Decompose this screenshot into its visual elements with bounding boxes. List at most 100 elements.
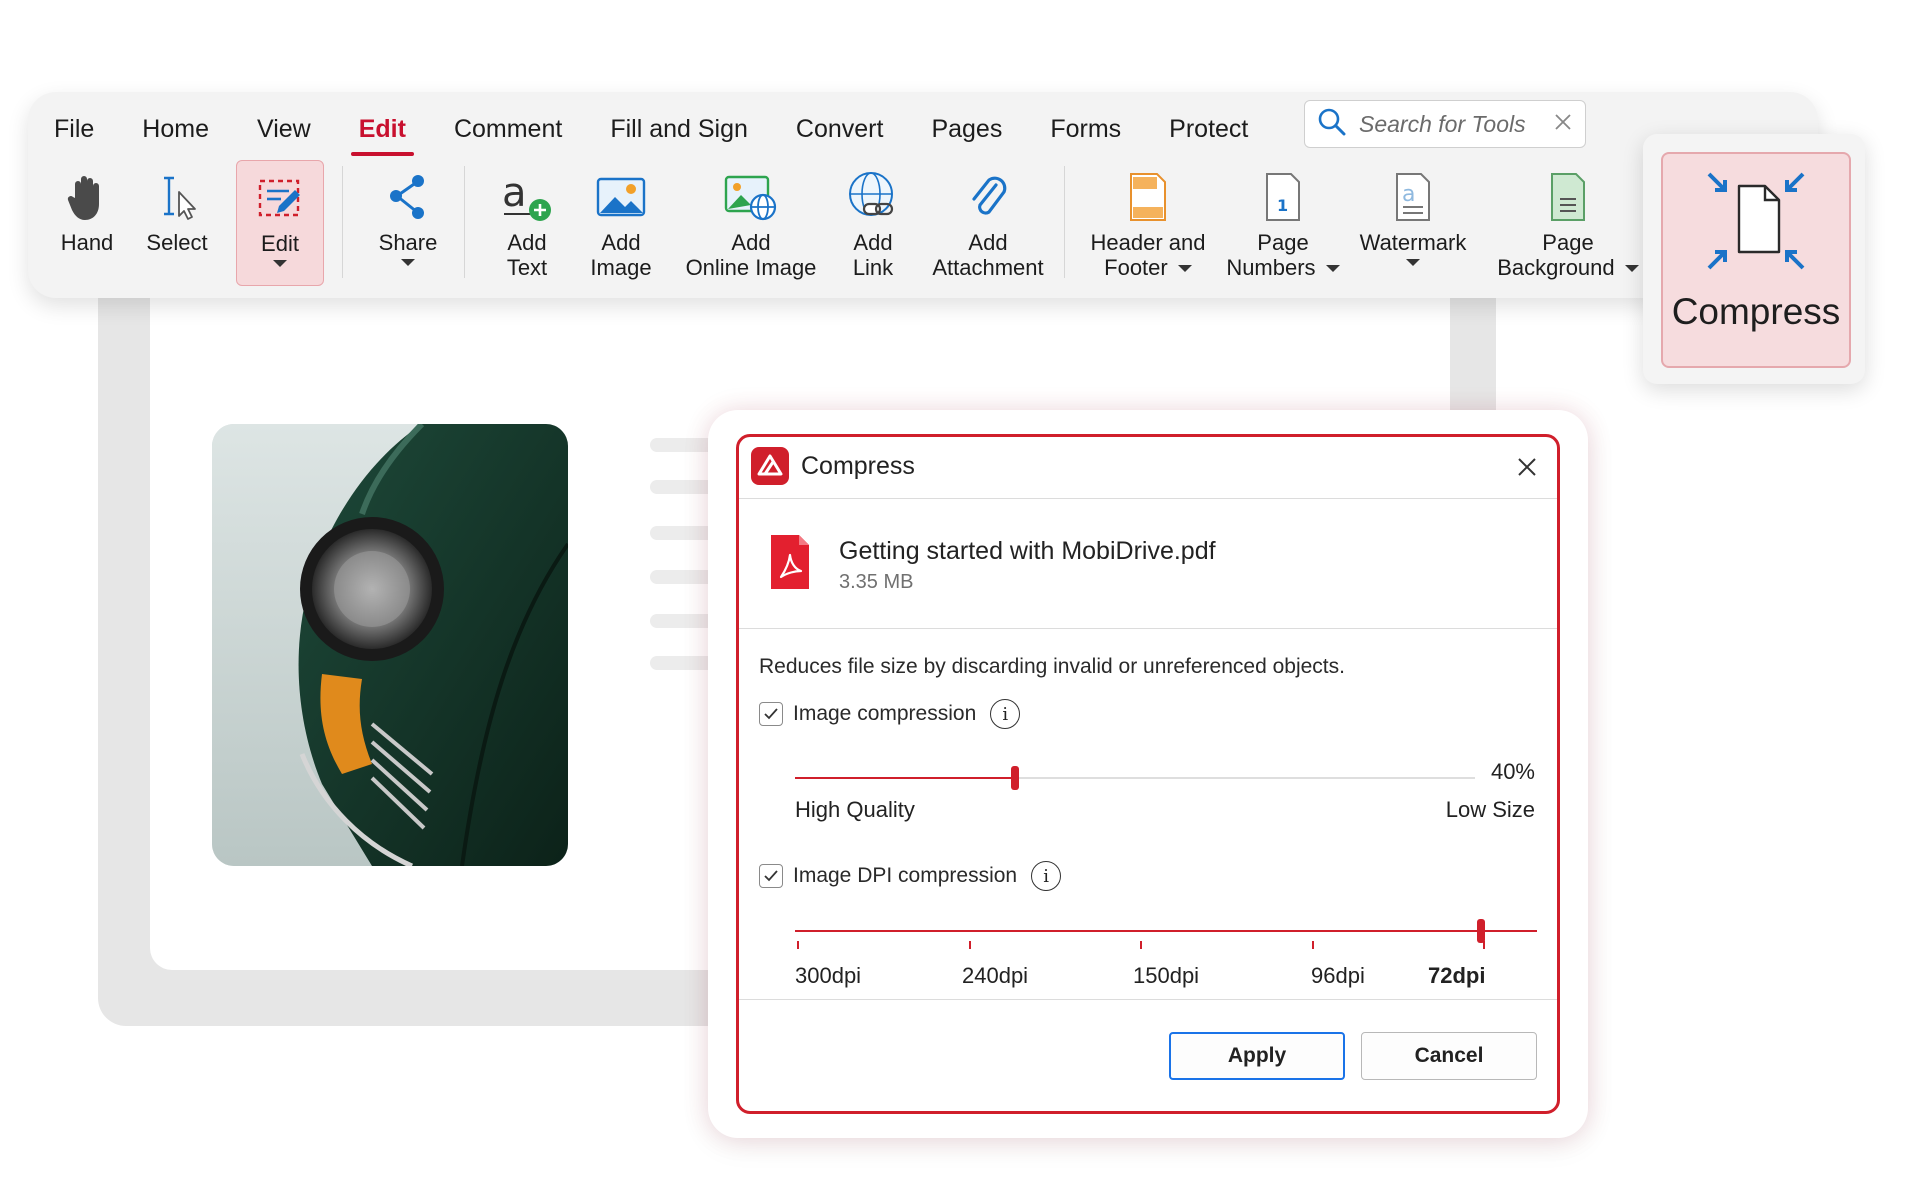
slider-track xyxy=(795,930,1537,932)
image-compression-slider[interactable] xyxy=(795,763,1475,793)
page-numbers-line2: Numbers xyxy=(1226,255,1340,280)
search-icon xyxy=(1317,107,1347,142)
menu-fill-and-sign[interactable]: Fill and Sign xyxy=(610,115,748,144)
svg-text:a: a xyxy=(1402,182,1415,207)
slider-tick xyxy=(969,941,971,949)
slider-tick xyxy=(1312,941,1314,949)
page-background-icon xyxy=(1548,164,1588,230)
compress-icon xyxy=(1701,166,1811,281)
chevron-down-icon xyxy=(1177,264,1192,272)
slider-tick xyxy=(1140,941,1142,949)
compress-callout: Compress xyxy=(1643,134,1865,384)
slider-tick xyxy=(797,941,799,949)
dialog-title-bar: Compress xyxy=(739,437,1557,499)
menu-view[interactable]: View xyxy=(257,115,311,144)
select-tool-button[interactable]: Select xyxy=(136,160,218,286)
menu-file[interactable]: File xyxy=(54,115,94,144)
tool-search[interactable] xyxy=(1304,100,1586,148)
menu-convert[interactable]: Convert xyxy=(796,115,884,144)
image-compression-row: Image compression i xyxy=(759,699,1021,729)
watermark-icon: a xyxy=(1393,164,1433,230)
toolbar-divider xyxy=(464,166,465,278)
share-icon xyxy=(385,164,431,230)
pdf-file-icon xyxy=(769,533,811,596)
high-quality-label: High Quality xyxy=(795,797,915,822)
add-image-button[interactable]: Add Image xyxy=(578,160,664,286)
add-attachment-button[interactable]: Add Attachment xyxy=(926,160,1050,286)
app-logo-icon xyxy=(751,447,789,485)
share-button[interactable]: Share xyxy=(368,160,448,286)
menu-home[interactable]: Home xyxy=(142,115,209,144)
dialog-title: Compress xyxy=(801,452,915,480)
dpi-option-label[interactable]: 240dpi xyxy=(962,963,1028,989)
menu-edit[interactable]: Edit xyxy=(350,115,415,156)
chevron-down-icon xyxy=(401,259,415,266)
image-compression-value: 40% xyxy=(1490,759,1535,784)
dpi-option-label[interactable]: 300dpi xyxy=(795,963,861,989)
header-footer-button[interactable]: Header and Footer xyxy=(1084,160,1212,286)
page-background-button[interactable]: Page Background xyxy=(1494,160,1642,286)
hand-icon xyxy=(65,164,109,230)
toolbar: Hand Select Edit Share a Add Text Add Im… xyxy=(28,160,1818,296)
compress-description: Reduces file size by discarding invalid … xyxy=(759,655,1345,678)
menu-comment[interactable]: Comment xyxy=(454,115,562,144)
dpi-compression-checkbox[interactable] xyxy=(759,864,783,888)
search-input[interactable] xyxy=(1359,110,1553,138)
toolbar-divider xyxy=(342,166,343,278)
page-numbers-button[interactable]: 1 Page Numbers xyxy=(1224,160,1342,286)
dpi-labels: 300dpi 240dpi 150dpi 96dpi 72dpi xyxy=(795,963,1537,993)
close-icon[interactable] xyxy=(1509,449,1545,485)
info-icon[interactable]: i xyxy=(1031,861,1062,891)
slider-thumb[interactable] xyxy=(1477,919,1485,943)
slider-thumb[interactable] xyxy=(1011,766,1019,790)
svg-text:a: a xyxy=(502,170,527,216)
menu-protect[interactable]: Protect xyxy=(1169,115,1248,144)
document-car-photo xyxy=(212,424,568,866)
edit-text-icon xyxy=(255,165,305,231)
image-icon xyxy=(595,164,647,230)
dpi-option-label[interactable]: 72dpi xyxy=(1428,963,1485,989)
image-compression-label: Image compression xyxy=(793,702,977,725)
text-cursor-icon xyxy=(152,164,202,230)
file-name: Getting started with MobiDrive.pdf xyxy=(839,537,1216,565)
apply-button[interactable]: Apply xyxy=(1169,1032,1345,1080)
page-number-icon: 1 xyxy=(1263,164,1303,230)
low-size-label: Low Size xyxy=(1445,797,1535,822)
add-online-image-button[interactable]: Add Online Image xyxy=(678,160,824,286)
info-icon[interactable]: i xyxy=(990,699,1021,729)
header-footer-line2: Footer xyxy=(1104,255,1192,280)
dialog-footer: Apply Cancel xyxy=(739,999,1557,1111)
edit-tool-button[interactable]: Edit xyxy=(236,160,324,286)
image-compression-checkbox[interactable] xyxy=(759,702,783,726)
online-image-icon xyxy=(723,164,779,230)
dpi-option-label[interactable]: 96dpi xyxy=(1311,963,1365,989)
slider-fill xyxy=(795,777,1015,779)
add-link-button[interactable]: Add Link xyxy=(836,160,910,286)
link-icon xyxy=(844,164,902,230)
toolbar-divider xyxy=(1064,166,1065,278)
ribbon: File Home View Edit Comment Fill and Sig… xyxy=(28,92,1818,298)
svg-text:1: 1 xyxy=(1277,196,1288,215)
cancel-button[interactable]: Cancel xyxy=(1361,1032,1537,1080)
clear-search-icon[interactable] xyxy=(1553,112,1573,137)
chevron-down-icon xyxy=(1406,259,1420,266)
file-info: Getting started with MobiDrive.pdf 3.35 … xyxy=(739,499,1557,629)
dpi-option-label[interactable]: 150dpi xyxy=(1133,963,1199,989)
paperclip-icon xyxy=(966,164,1010,230)
add-text-button[interactable]: a Add Text xyxy=(490,160,564,286)
watermark-button[interactable]: a Watermark xyxy=(1354,160,1472,286)
header-footer-icon xyxy=(1127,164,1169,230)
menu-pages[interactable]: Pages xyxy=(931,115,1002,144)
chevron-down-icon xyxy=(1325,264,1340,272)
chevron-down-icon xyxy=(273,260,287,267)
chevron-down-icon xyxy=(1624,264,1639,272)
file-size: 3.35 MB xyxy=(839,571,914,593)
hand-tool-button[interactable]: Hand xyxy=(48,160,126,286)
page-background-line2: Background xyxy=(1497,255,1639,280)
menu-forms[interactable]: Forms xyxy=(1050,115,1121,144)
dpi-compression-row: Image DPI compression i xyxy=(759,861,1062,891)
menu-bar: File Home View Edit Comment Fill and Sig… xyxy=(54,104,1296,156)
dpi-compression-label: Image DPI compression xyxy=(793,864,1018,887)
add-text-icon: a xyxy=(500,164,554,230)
compress-button[interactable]: Compress xyxy=(1661,152,1851,368)
